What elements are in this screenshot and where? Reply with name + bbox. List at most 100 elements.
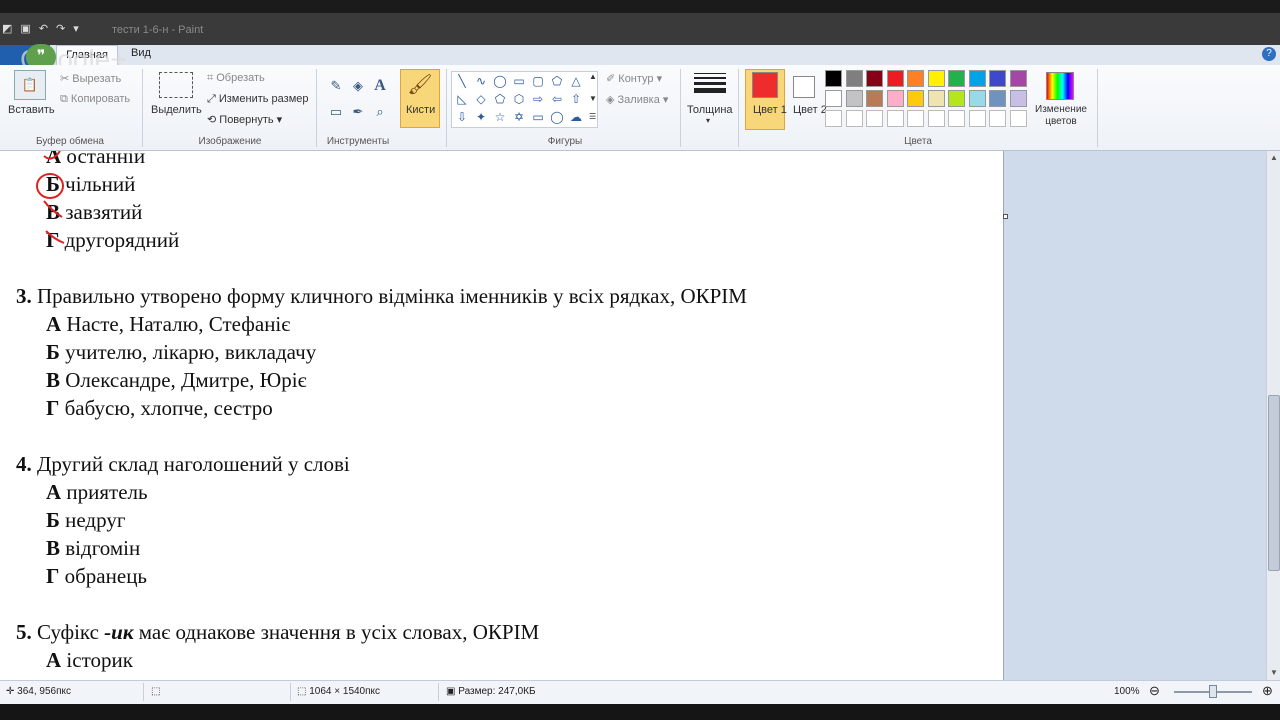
save-icon[interactable]: ▣ xyxy=(20,21,30,37)
tab-view[interactable]: Вид xyxy=(131,47,151,59)
eraser-icon[interactable]: ▭ xyxy=(327,103,345,121)
outline-button[interactable]: ✐ Контур ▾ xyxy=(606,72,662,85)
canvas-resize-handle[interactable] xyxy=(1003,214,1008,219)
right-triangle-shape-icon[interactable]: ◺ xyxy=(453,90,471,108)
zoom-out-icon[interactable]: ⊖ xyxy=(1149,683,1160,699)
thickness-button[interactable]: Толщина xyxy=(687,104,733,116)
color2-label[interactable]: Цвет 2 xyxy=(793,104,827,116)
help-icon[interactable]: ? xyxy=(1262,47,1276,61)
palette-color-swatch[interactable] xyxy=(845,70,863,87)
custom-color-slot[interactable] xyxy=(1009,110,1027,127)
line-shape-icon[interactable]: ╲ xyxy=(453,72,471,90)
colors-group-label: Цвета xyxy=(904,136,932,147)
palette-color-swatch[interactable] xyxy=(948,90,965,107)
palette-color-swatch[interactable] xyxy=(907,70,924,87)
custom-color-slot[interactable] xyxy=(948,110,965,127)
five-point-star-shape-icon[interactable]: ☆ xyxy=(491,108,509,126)
pencil-icon[interactable]: ✎ xyxy=(327,77,345,95)
group-separator xyxy=(142,69,143,147)
palette-color-swatch[interactable] xyxy=(948,70,965,87)
palette-color-swatch[interactable] xyxy=(1009,70,1027,87)
palette-color-swatch[interactable] xyxy=(927,70,945,87)
pentagon-shape-icon[interactable]: ⬠ xyxy=(491,90,509,108)
up-arrow-shape-icon[interactable]: ⇧ xyxy=(567,90,585,108)
paint-window: ◩ ▣ ↶ ↷ ▾ тести 1-6-н - Paint Главная Ви… xyxy=(0,0,1280,720)
triangle-shape-icon[interactable]: △ xyxy=(567,72,585,90)
custom-color-slot[interactable] xyxy=(968,110,986,127)
palette-color-swatch[interactable] xyxy=(825,90,842,107)
zoom-in-icon[interactable]: ⊕ xyxy=(1262,683,1273,699)
custom-color-slot[interactable] xyxy=(886,110,904,127)
qat-dropdown-icon[interactable]: ▾ xyxy=(73,21,79,37)
palette-color-swatch[interactable] xyxy=(989,90,1006,107)
thickness-dropdown-icon[interactable]: ▾ xyxy=(706,116,710,125)
color-picker-icon[interactable]: ✒ xyxy=(349,103,367,121)
fill-button[interactable]: ◈ Заливка ▾ xyxy=(606,93,668,106)
cut-button[interactable]: ✂ Вырезать xyxy=(60,72,121,85)
custom-color-slot[interactable] xyxy=(825,110,842,127)
palette-color-swatch[interactable] xyxy=(1009,90,1027,107)
palette-color-swatch[interactable] xyxy=(866,90,883,107)
shapes-scroll-down-icon[interactable]: ▼ xyxy=(589,94,597,103)
right-arrow-shape-icon[interactable]: ⇨ xyxy=(529,90,547,108)
crop-button[interactable]: ⌗ Обрезать xyxy=(207,72,265,85)
palette-color-swatch[interactable] xyxy=(825,70,842,87)
scrollbar-thumb[interactable] xyxy=(1268,395,1280,571)
select-icon[interactable] xyxy=(159,72,193,98)
palette-color-swatch[interactable] xyxy=(886,70,904,87)
rounded-rectangle-shape-icon[interactable]: ▢ xyxy=(529,72,547,90)
palette-color-swatch[interactable] xyxy=(968,70,986,87)
callout-rect-shape-icon[interactable]: ▭ xyxy=(529,108,547,126)
resize-button[interactable]: ⤢ Изменить размер xyxy=(207,93,309,106)
edit-colors-icon[interactable] xyxy=(1046,72,1074,100)
answer-line: Б учителю, лікарю, викладачу xyxy=(46,340,317,364)
scroll-up-icon[interactable]: ▲ xyxy=(1267,151,1280,165)
diamond-shape-icon[interactable]: ◇ xyxy=(472,90,490,108)
paint-app-icon[interactable]: ◩ xyxy=(2,21,12,37)
custom-color-slot[interactable] xyxy=(845,110,863,127)
undo-icon[interactable]: ↶ xyxy=(39,21,48,37)
rotate-button[interactable]: ⟲ Повернуть ▾ xyxy=(207,113,282,126)
edit-colors-button[interactable]: Изменение цветов xyxy=(1032,104,1090,128)
paste-button[interactable]: Вставить xyxy=(8,104,55,116)
callout-cloud-shape-icon[interactable]: ☁ xyxy=(567,108,585,126)
rectangle-shape-icon[interactable]: ▭ xyxy=(510,72,528,90)
palette-color-swatch[interactable] xyxy=(989,70,1006,87)
text-tool-icon[interactable]: A xyxy=(371,77,389,95)
vertical-scrollbar[interactable]: ▲ ▼ xyxy=(1266,151,1280,680)
scroll-down-icon[interactable]: ▼ xyxy=(1267,666,1280,680)
custom-color-slot[interactable] xyxy=(866,110,883,127)
magnifier-icon[interactable]: ⌕ xyxy=(371,103,389,121)
canvas-image[interactable]: А останній Б чільний В завзятий Г другор… xyxy=(0,151,1004,680)
thickness-icon[interactable] xyxy=(694,73,726,97)
palette-color-swatch[interactable] xyxy=(968,90,986,107)
shapes-expand-icon[interactable]: ☰ xyxy=(589,112,596,121)
oval-shape-icon[interactable]: ◯ xyxy=(491,72,509,90)
palette-color-swatch[interactable] xyxy=(845,90,863,107)
four-point-star-shape-icon[interactable]: ✦ xyxy=(472,108,490,126)
palette-color-swatch[interactable] xyxy=(927,90,945,107)
hexagon-shape-icon[interactable]: ⬡ xyxy=(510,90,528,108)
custom-color-slot[interactable] xyxy=(989,110,1006,127)
custom-color-slot[interactable] xyxy=(927,110,945,127)
redo-icon[interactable]: ↷ xyxy=(56,21,65,37)
left-arrow-shape-icon[interactable]: ⇦ xyxy=(548,90,566,108)
canvas-area[interactable]: А останній Б чільний В завзятий Г другор… xyxy=(0,151,1266,680)
color2-swatch[interactable] xyxy=(793,76,815,98)
polygon-shape-icon[interactable]: ⬠ xyxy=(548,72,566,90)
down-arrow-shape-icon[interactable]: ⇩ xyxy=(453,108,471,126)
custom-color-slot[interactable] xyxy=(907,110,924,127)
copy-icon: ⧉ xyxy=(60,93,71,105)
curve-shape-icon[interactable]: ∿ xyxy=(472,72,490,90)
fill-bucket-icon[interactable]: ◈ xyxy=(349,77,367,95)
zoom-slider-thumb[interactable] xyxy=(1209,685,1217,698)
paste-icon[interactable]: 📋 xyxy=(14,70,46,100)
palette-color-swatch[interactable] xyxy=(907,90,924,107)
select-button[interactable]: Выделить xyxy=(151,104,202,116)
six-point-star-shape-icon[interactable]: ✡ xyxy=(510,108,528,126)
palette-color-swatch[interactable] xyxy=(866,70,883,87)
copy-button[interactable]: ⧉ Копировать xyxy=(60,93,130,106)
shapes-scroll-up-icon[interactable]: ▲ xyxy=(589,72,597,81)
callout-oval-shape-icon[interactable]: ◯ xyxy=(548,108,566,126)
palette-color-swatch[interactable] xyxy=(886,90,904,107)
